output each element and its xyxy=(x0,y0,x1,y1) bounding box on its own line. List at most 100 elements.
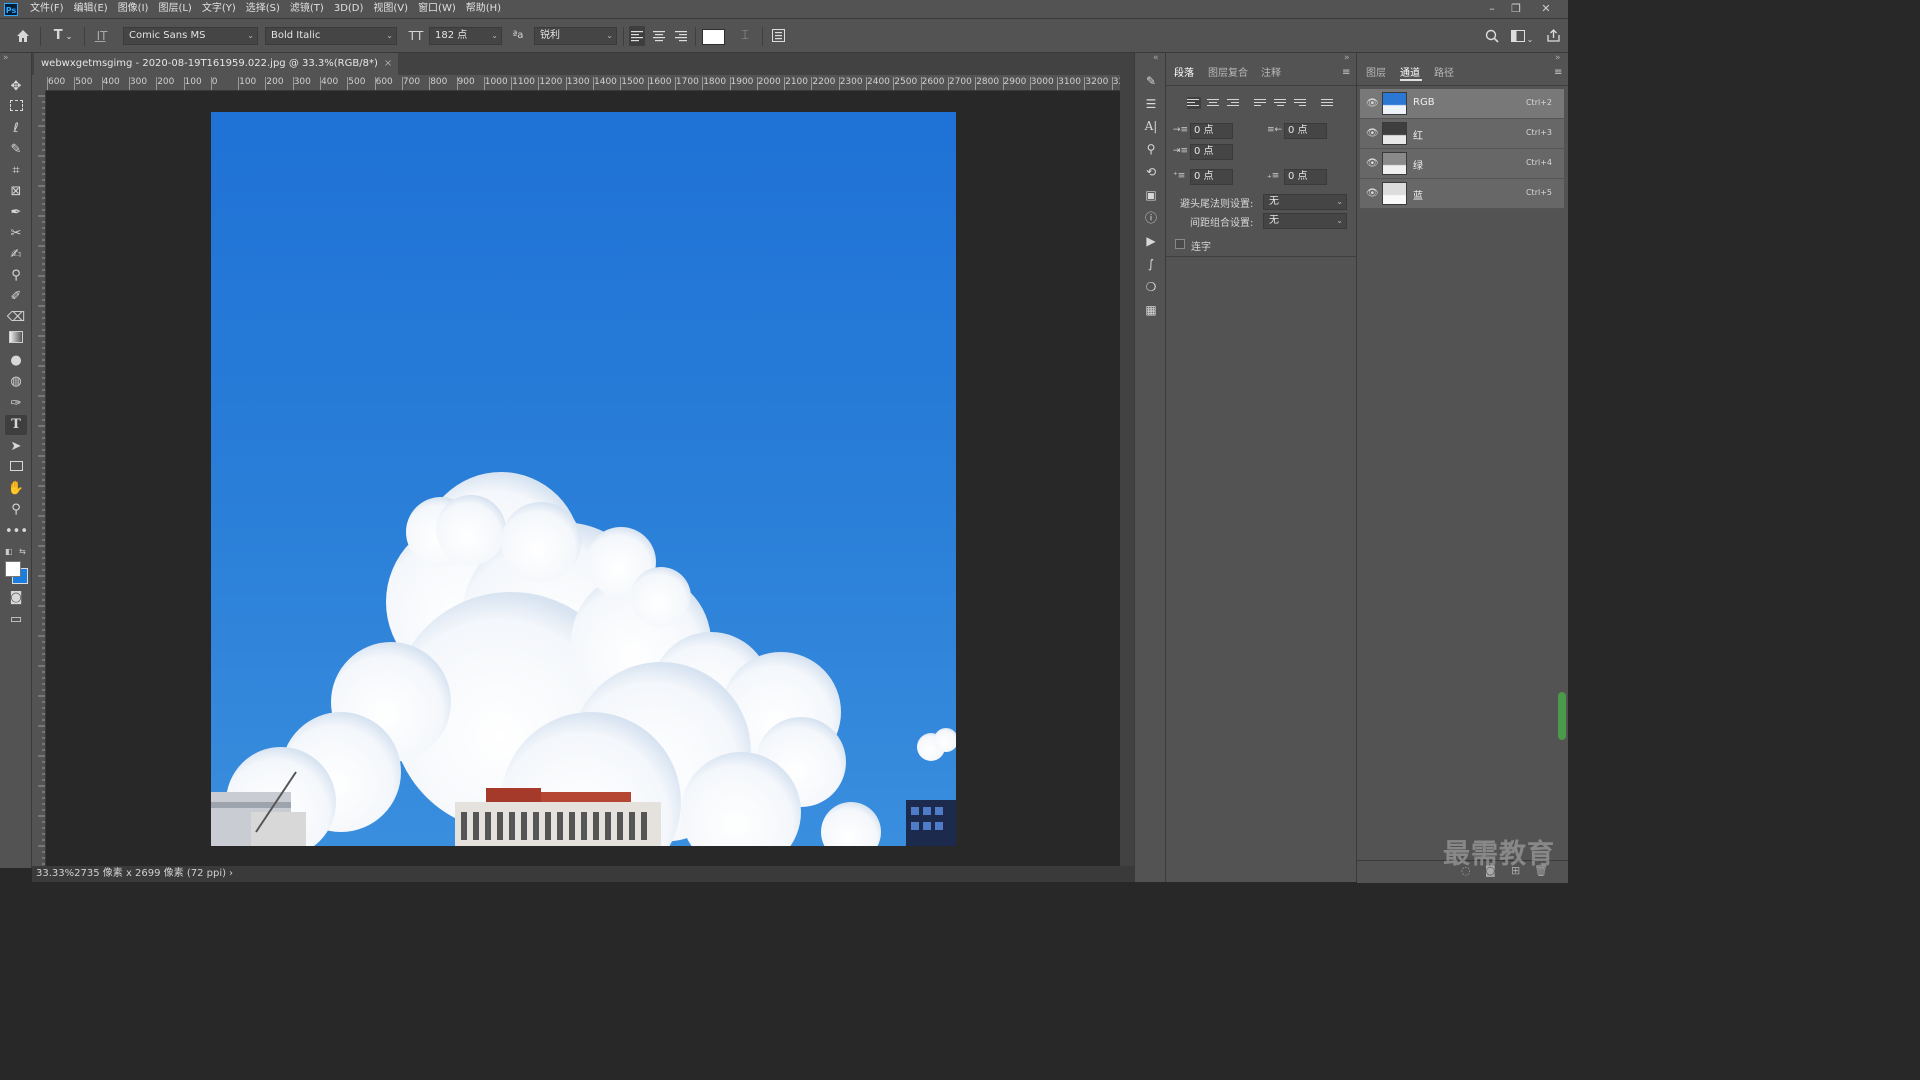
menu-select[interactable]: 选择(S) xyxy=(241,0,285,18)
foreground-color-swatch[interactable] xyxy=(5,561,21,577)
justify-last-right-button[interactable] xyxy=(1294,97,1308,109)
swap-colors-icon[interactable]: ⇆ xyxy=(19,547,26,556)
history-icon[interactable]: ⟲ xyxy=(1140,162,1162,182)
indent-left-input[interactable]: 0 点 xyxy=(1190,123,1233,139)
dodge-tool-icon[interactable]: ◍ xyxy=(5,372,27,392)
eye-icon[interactable]: 👁 xyxy=(1366,98,1379,110)
type-tool-icon[interactable]: T xyxy=(5,415,27,435)
properties-icon[interactable]: ▣ xyxy=(1140,185,1162,205)
quick-select-tool-icon[interactable]: ✎ xyxy=(5,140,27,160)
justify-all-button[interactable] xyxy=(1321,97,1335,109)
character-panel-icon[interactable] xyxy=(769,26,787,46)
indent-right-input[interactable]: 0 点 xyxy=(1284,123,1327,139)
brush-settings-icon[interactable]: ✎ xyxy=(1140,71,1162,91)
gradient-tool-icon[interactable] xyxy=(5,330,27,350)
document-image[interactable] xyxy=(211,112,956,846)
kinsoku-select[interactable]: 无 ⌄ xyxy=(1263,194,1347,210)
quick-mask-icon[interactable]: ◙ xyxy=(5,588,27,608)
type-tool-preset-icon[interactable]: T ⌄ xyxy=(48,26,78,46)
3d-icon[interactable]: ❍ xyxy=(1140,277,1162,297)
status-menu-arrow-icon[interactable]: › xyxy=(229,868,233,879)
menu-edit[interactable]: 编辑(E) xyxy=(69,0,113,18)
font-family-select[interactable]: Comic Sans MS ⌄ xyxy=(123,27,258,45)
marquee-tool-icon[interactable] xyxy=(5,98,27,118)
para-align-left-button[interactable] xyxy=(1187,97,1201,109)
space-after-input[interactable]: 0 点 xyxy=(1284,169,1327,185)
workspace-icon[interactable]: ⌄ xyxy=(1508,26,1536,46)
restore-icon[interactable]: ❐ xyxy=(1504,0,1528,18)
tab-paths[interactable]: 路径 xyxy=(1434,64,1454,79)
eraser-tool-icon[interactable]: ⌫ xyxy=(5,308,27,328)
close-icon[interactable]: ✕ xyxy=(1534,0,1558,18)
warp-text-icon[interactable]: ⌶ xyxy=(736,26,754,46)
channel-row-blue[interactable]: 👁 蓝 Ctrl+5 xyxy=(1360,179,1564,209)
menu-3d[interactable]: 3D(D) xyxy=(329,0,369,18)
menu-window[interactable]: 窗口(W) xyxy=(413,0,461,18)
hyphenate-checkbox[interactable] xyxy=(1175,239,1185,249)
align-left-button[interactable] xyxy=(629,26,645,46)
document-tab[interactable]: webwxgetmsgimg - 2020-08-19T161959.022.j… xyxy=(34,53,399,75)
rectangle-tool-icon[interactable] xyxy=(5,458,27,478)
channel-row-red[interactable]: 👁 红 Ctrl+3 xyxy=(1360,119,1564,149)
healing-brush-tool-icon[interactable]: ✂ xyxy=(5,224,27,244)
eye-icon[interactable]: 👁 xyxy=(1366,188,1379,200)
panel-collapse-icon[interactable]: » xyxy=(1555,53,1561,63)
vertical-ruler[interactable] xyxy=(32,91,46,868)
eye-icon[interactable]: 👁 xyxy=(1366,128,1379,140)
frame-tool-icon[interactable]: ⊠ xyxy=(5,182,27,202)
menu-image[interactable]: 图像(I) xyxy=(113,0,154,18)
para-align-right-button[interactable] xyxy=(1227,97,1241,109)
eye-icon[interactable]: 👁 xyxy=(1366,158,1379,170)
default-colors-icon[interactable]: ◧ xyxy=(5,547,13,556)
hand-tool-icon[interactable]: ✋ xyxy=(5,479,27,499)
screen-mode-icon[interactable]: ▭ xyxy=(5,610,27,630)
search-icon[interactable] xyxy=(1482,26,1502,46)
tab-layers[interactable]: 图层 xyxy=(1366,64,1386,79)
path-select-tool-icon[interactable]: ➤ xyxy=(5,437,27,457)
horizontal-ruler[interactable]: 600 500 400 300 200 100 0 100 200 300 400 500 600 700… xyxy=(46,75,1120,91)
panel-scroll-thumb[interactable] xyxy=(1558,692,1566,740)
tab-paragraph[interactable]: 段落 xyxy=(1174,64,1194,79)
menu-view[interactable]: 视图(V) xyxy=(368,0,413,18)
panel-expand-icon[interactable]: » xyxy=(1344,53,1350,63)
collapse-panels-icon[interactable]: « xyxy=(1153,53,1159,63)
channel-row-green[interactable]: 👁 绿 Ctrl+4 xyxy=(1360,149,1564,179)
character-icon[interactable]: A| xyxy=(1140,116,1162,136)
font-style-select[interactable]: Bold Italic ⌄ xyxy=(265,27,397,45)
zoom-tool-icon[interactable]: ⚲ xyxy=(5,500,27,520)
pen-tool-icon[interactable]: ✑ xyxy=(5,394,27,414)
channel-row-rgb[interactable]: 👁 RGB Ctrl+2 xyxy=(1360,89,1564,119)
blur-tool-icon[interactable]: ● xyxy=(5,351,27,371)
swatches-grid-icon[interactable]: ▦ xyxy=(1140,300,1162,320)
tab-channels[interactable]: 通道 xyxy=(1400,64,1420,79)
more-tools-icon[interactable]: ••• xyxy=(5,522,28,542)
share-icon[interactable] xyxy=(1544,26,1562,46)
menu-filter[interactable]: 滤镜(T) xyxy=(285,0,329,18)
menu-file[interactable]: 文件(F) xyxy=(25,0,69,18)
justify-last-left-button[interactable] xyxy=(1254,97,1268,109)
glyphs-icon[interactable]: ∫ xyxy=(1140,254,1162,274)
justify-last-center-button[interactable] xyxy=(1274,97,1288,109)
clone-stamp-tool-icon[interactable]: ⚲ xyxy=(5,266,27,286)
history-brush-tool-icon[interactable]: ✐ xyxy=(5,287,27,307)
tab-notes[interactable]: 注释 xyxy=(1261,64,1281,79)
text-orientation-icon[interactable]: I͟T xyxy=(92,26,112,46)
ruler-origin[interactable] xyxy=(32,75,46,91)
align-right-button[interactable] xyxy=(673,26,689,46)
tab-layer-comps[interactable]: 图层复合 xyxy=(1208,64,1248,79)
crop-tool-icon[interactable]: ⌗ xyxy=(5,161,27,181)
panel-menu-icon[interactable]: ≡ xyxy=(1342,67,1350,78)
font-size-select[interactable]: 182 点 ⌄ xyxy=(429,27,502,45)
zoom-level[interactable]: 33.33% xyxy=(36,868,74,879)
home-icon[interactable] xyxy=(12,26,34,46)
menu-type[interactable]: 文字(Y) xyxy=(197,0,241,18)
adjustments-icon[interactable]: ☰ xyxy=(1140,94,1162,114)
canvas-vertical-scrollbar[interactable] xyxy=(1120,75,1134,866)
clone-source-icon[interactable]: ⚲ xyxy=(1140,139,1162,159)
move-tool-icon[interactable]: ✥ xyxy=(5,77,27,97)
menu-help[interactable]: 帮助(H) xyxy=(461,0,506,18)
close-tab-icon[interactable]: × xyxy=(384,58,392,69)
minimize-icon[interactable]: – xyxy=(1480,0,1504,18)
panel-menu-icon[interactable]: ≡ xyxy=(1554,67,1562,78)
eyedropper-tool-icon[interactable]: ✒ xyxy=(5,203,27,223)
